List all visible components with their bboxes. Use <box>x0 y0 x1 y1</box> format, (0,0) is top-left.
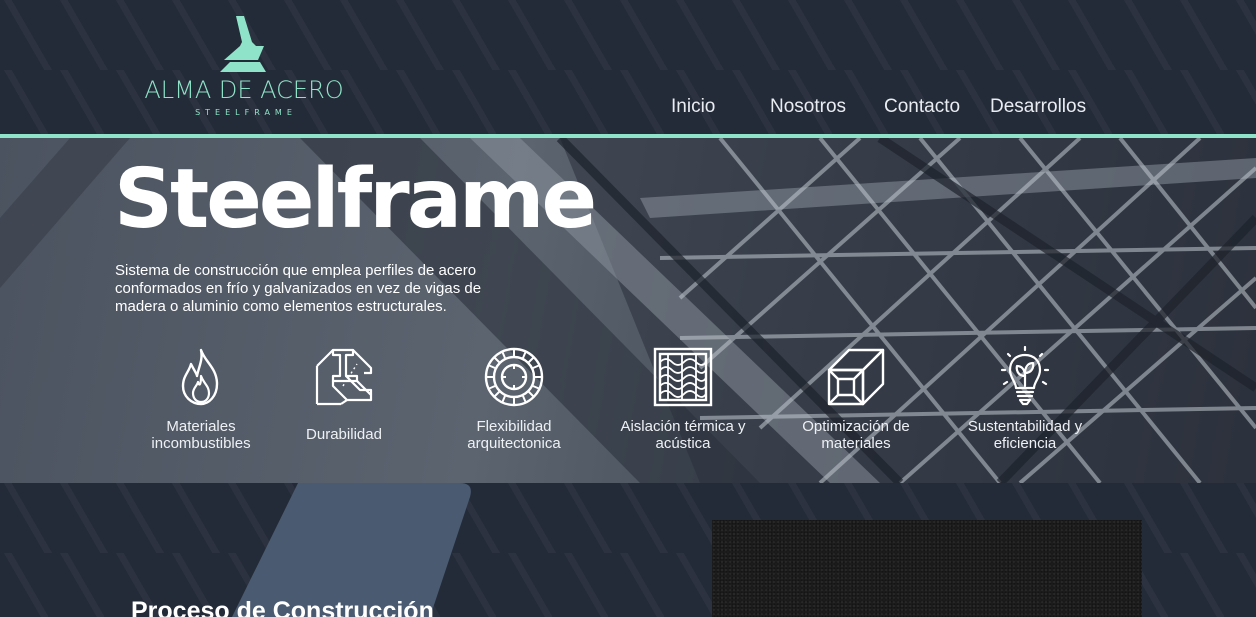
hero-description: Sistema de construcción que emplea perfi… <box>115 262 482 315</box>
hero-section: Steelframe Sistema de construcción que e… <box>0 138 1256 483</box>
section-title: Proceso de Construcción <box>131 597 434 617</box>
insulation-panel-icon <box>653 347 713 407</box>
feature-label: Sustentabilidad y eficiencia <box>967 418 1083 452</box>
feature-flexibilidad-arquitectonica: Flexibilidad arquitectonica <box>434 346 594 452</box>
main-nav: Inicio Nosotros Contacto Desarrollos <box>0 96 1256 124</box>
construction-process-section: Proceso de Construcción <box>0 483 1256 617</box>
logo-a-icon <box>220 16 266 72</box>
feature-label: Materiales incombustibles <box>151 418 251 452</box>
ring-icon <box>484 347 544 407</box>
nav-item-contacto[interactable]: Contacto <box>884 96 960 118</box>
eco-bulb-icon <box>1000 346 1050 406</box>
feature-materiales-incombustibles: Materiales incombustibles <box>121 346 281 452</box>
feature-label: Optimización de materiales <box>802 418 910 452</box>
site-header: ALMA DE ACERO STEELFRAME Inicio Nosotros… <box>0 0 1256 134</box>
flame-icon <box>181 348 219 406</box>
nav-item-inicio[interactable]: Inicio <box>671 96 715 118</box>
hero-title: Steelframe <box>114 152 597 247</box>
nav-item-desarrollos[interactable]: Desarrollos <box>990 96 1086 118</box>
feature-optimizacion-materiales: Optimización de materiales <box>776 346 936 452</box>
construction-image <box>712 520 1142 617</box>
feature-aislacion-termica: Aislación térmica y acústica <box>603 346 763 452</box>
nav-item-nosotros[interactable]: Nosotros <box>770 96 846 118</box>
feature-label: Durabilidad <box>306 426 382 443</box>
steel-beam-icon <box>315 348 373 406</box>
steel-profile-icon <box>827 348 885 406</box>
feature-sustentabilidad: Sustentabilidad y eficiencia <box>945 346 1105 452</box>
feature-label: Aislación térmica y acústica <box>620 418 746 452</box>
feature-durabilidad: Durabilidad <box>264 346 424 443</box>
feature-label: Flexibilidad arquitectonica <box>467 418 561 452</box>
